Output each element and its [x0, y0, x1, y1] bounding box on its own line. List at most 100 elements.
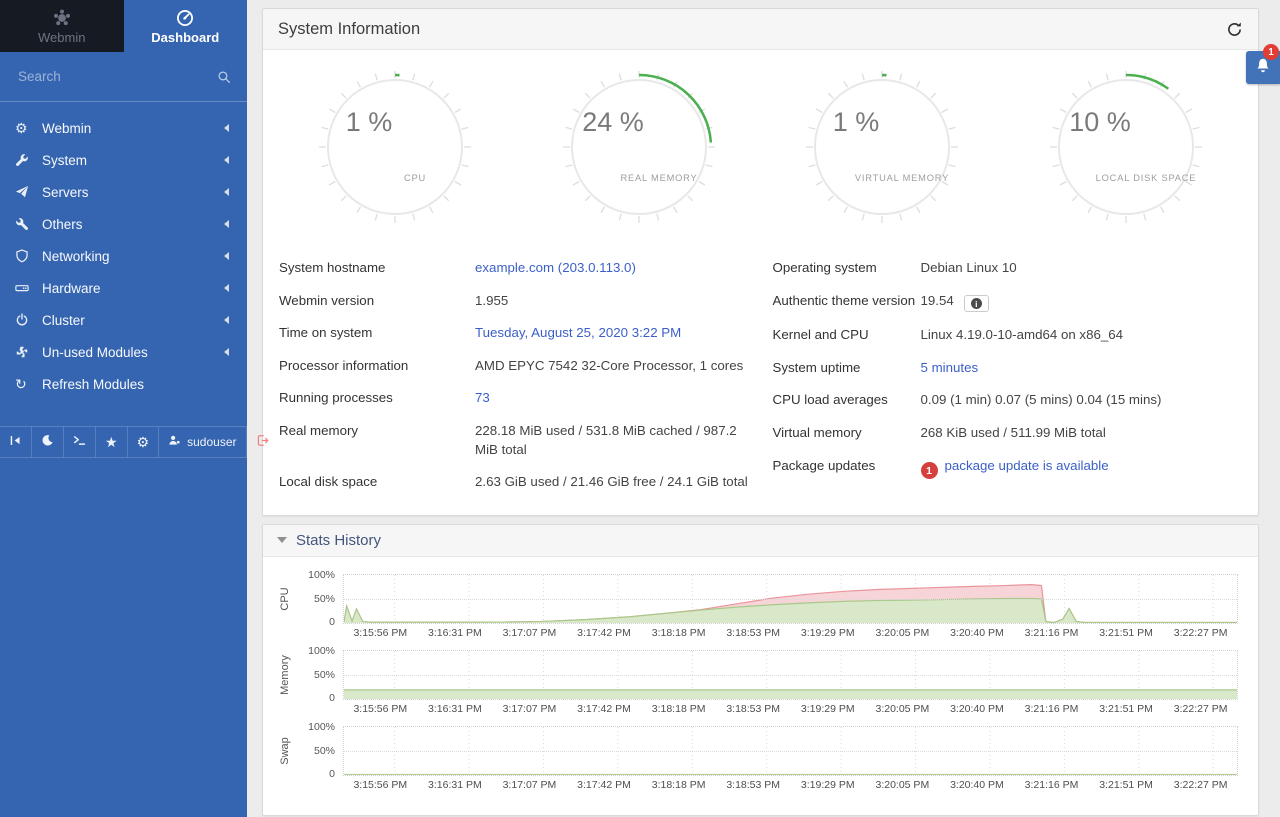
- stats-history-panel: Stats History CPU100%50%03:15:56 PM3:16:…: [262, 524, 1259, 816]
- sidebar-item-others[interactable]: Others: [0, 208, 247, 240]
- user-menu-button[interactable]: sudouser: [159, 427, 246, 457]
- y-tick-label: 100%: [308, 721, 335, 733]
- search-input[interactable]: [16, 68, 217, 85]
- info-label: Time on system: [279, 324, 475, 343]
- chart-axis-title: CPU: [279, 587, 291, 610]
- system-info-table: System hostnameexample.com (203.0.113.0)…: [263, 248, 1258, 515]
- tab-dashboard[interactable]: Dashboard: [124, 0, 248, 52]
- info-label: Authentic theme version: [773, 292, 921, 311]
- y-tick-label: 50%: [314, 669, 335, 681]
- collapse-triangle-icon: [277, 537, 287, 548]
- tab-webmin-label: Webmin: [38, 30, 85, 45]
- sidebar-item-refresh-modules[interactable]: ↻Refresh Modules: [0, 368, 247, 400]
- settings-button[interactable]: ⚙: [128, 427, 160, 457]
- tab-webmin[interactable]: Webmin: [0, 0, 124, 52]
- tab-dashboard-label: Dashboard: [151, 30, 219, 45]
- x-tick-label: 3:17:42 PM: [567, 703, 642, 715]
- gears-icon: ⚙: [137, 435, 150, 449]
- info-value-link[interactable]: 5 minutes: [921, 360, 979, 375]
- sidebar-item-hardware[interactable]: Hardware: [0, 272, 247, 304]
- logout-icon: [256, 434, 269, 450]
- info-row-local-disk-space: Local disk space2.63 GiB used / 21.46 Gi…: [279, 466, 749, 499]
- chevron-left-icon: [220, 124, 229, 132]
- puzzle-icon: [15, 345, 42, 359]
- gauge-local-disk-space: 10 %LOCAL DISK SPACE: [1004, 68, 1248, 226]
- collapse-icon: [9, 434, 22, 450]
- info-label: System uptime: [773, 359, 921, 378]
- x-tick-label: 3:19:29 PM: [790, 703, 865, 715]
- gauge-real-memory: 24 %REAL MEMORY: [517, 68, 761, 226]
- favorites-button[interactable]: ★: [96, 427, 128, 457]
- x-tick-label: 3:19:29 PM: [790, 627, 865, 639]
- x-tick-label: 3:22:27 PM: [1163, 703, 1238, 715]
- x-tick-label: 3:16:31 PM: [418, 779, 493, 791]
- x-tick-label: 3:20:40 PM: [940, 703, 1015, 715]
- x-tick-label: 3:20:05 PM: [865, 627, 940, 639]
- chevron-left-icon: [220, 252, 229, 260]
- sidebar-nav: ⚙WebminSystemServers Others NetworkingHard…: [0, 102, 247, 400]
- sidebar-item-networking[interactable]: Networking: [0, 240, 247, 272]
- info-value: 1package update is available: [921, 457, 1243, 480]
- x-tick-label: 3:21:16 PM: [1014, 779, 1089, 791]
- info-row-running-processes: Running processes73: [279, 382, 749, 415]
- system-info-right-column: Operating systemDebian Linux 10Authentic…: [773, 252, 1243, 499]
- x-tick-label: 3:18:53 PM: [716, 627, 791, 639]
- x-tick-label: 3:21:16 PM: [1014, 627, 1089, 639]
- terminal-icon: [73, 434, 86, 450]
- speedometer-icon: [176, 8, 194, 28]
- package-update-link[interactable]: package update is available: [945, 458, 1109, 473]
- chevron-left-icon: [220, 284, 229, 292]
- sidebar-item-label: Others: [42, 217, 220, 232]
- svg-text:1 %: 1 %: [346, 107, 393, 137]
- info-value-link[interactable]: example.com (203.0.113.0): [475, 260, 636, 275]
- night-mode-button[interactable]: [32, 427, 64, 457]
- x-tick-label: 3:16:31 PM: [418, 703, 493, 715]
- y-tick-label: 50%: [314, 745, 335, 757]
- y-tick-label: 100%: [308, 569, 335, 581]
- gear-icon: ⚙: [15, 120, 42, 137]
- notification-badge: 1: [1263, 44, 1279, 60]
- sidebar-item-un-used-modules[interactable]: Un-used Modules: [0, 336, 247, 368]
- svg-text:1 %: 1 %: [833, 107, 880, 137]
- x-tick-label: 3:17:07 PM: [492, 779, 567, 791]
- sidebar-item-system[interactable]: System: [0, 144, 247, 176]
- info-value: AMD EPYC 7542 32-Core Processor, 1 cores: [475, 357, 749, 376]
- info-row-virtual-memory: Virtual memory268 KiB used / 511.99 MiB …: [773, 417, 1243, 450]
- x-tick-label: 3:17:42 PM: [567, 627, 642, 639]
- user-icon: [168, 434, 181, 450]
- chart-y-axis: 100%50%0: [297, 650, 343, 700]
- sidebar-item-label: Refresh Modules: [42, 377, 232, 392]
- info-row-cpu-load-averages: CPU load averages0.09 (1 min) 0.07 (5 mi…: [773, 384, 1243, 417]
- y-tick-label: 0: [329, 692, 335, 704]
- main-content: System Information 1 %CPU24 %REAL MEMORY…: [247, 0, 1280, 816]
- stats-history-header[interactable]: Stats History: [263, 525, 1258, 557]
- info-row-system-hostname: System hostnameexample.com (203.0.113.0): [279, 252, 749, 285]
- theme-info-button[interactable]: i: [964, 295, 989, 312]
- sidebar-item-webmin[interactable]: ⚙Webmin: [0, 112, 247, 144]
- sidebar-item-cluster[interactable]: Cluster: [0, 304, 247, 336]
- notifications-button[interactable]: 1: [1246, 51, 1280, 84]
- x-tick-label: 3:18:53 PM: [716, 779, 791, 791]
- tools-icon: [15, 217, 42, 231]
- terminal-button[interactable]: [64, 427, 96, 457]
- search-icon[interactable]: [217, 70, 231, 84]
- info-icon: i: [971, 298, 982, 309]
- chart-plot-area: [343, 574, 1238, 624]
- info-value: 1.955: [475, 292, 749, 311]
- info-value: 0.09 (1 min) 0.07 (5 mins) 0.04 (15 mins…: [921, 391, 1243, 410]
- info-value-link[interactable]: Tuesday, August 25, 2020 3:22 PM: [475, 325, 681, 340]
- info-row-authentic-theme-version: Authentic theme version19.54i: [773, 285, 1243, 320]
- info-value-link[interactable]: 73: [475, 390, 490, 405]
- info-label: Operating system: [773, 259, 921, 278]
- info-row-processor-information: Processor informationAMD EPYC 7542 32-Co…: [279, 350, 749, 383]
- chart-y-axis: 100%50%0: [297, 726, 343, 776]
- x-tick-label: 3:21:16 PM: [1014, 703, 1089, 715]
- refresh-icon[interactable]: [1226, 21, 1243, 38]
- chart-plot-area: [343, 726, 1238, 776]
- collapse-sidebar-button[interactable]: [0, 427, 32, 457]
- svg-text:10 %: 10 %: [1069, 107, 1131, 137]
- sidebar-item-servers[interactable]: Servers: [0, 176, 247, 208]
- info-label: Local disk space: [279, 473, 475, 492]
- logout-button[interactable]: [247, 427, 278, 457]
- info-label: Webmin version: [279, 292, 475, 311]
